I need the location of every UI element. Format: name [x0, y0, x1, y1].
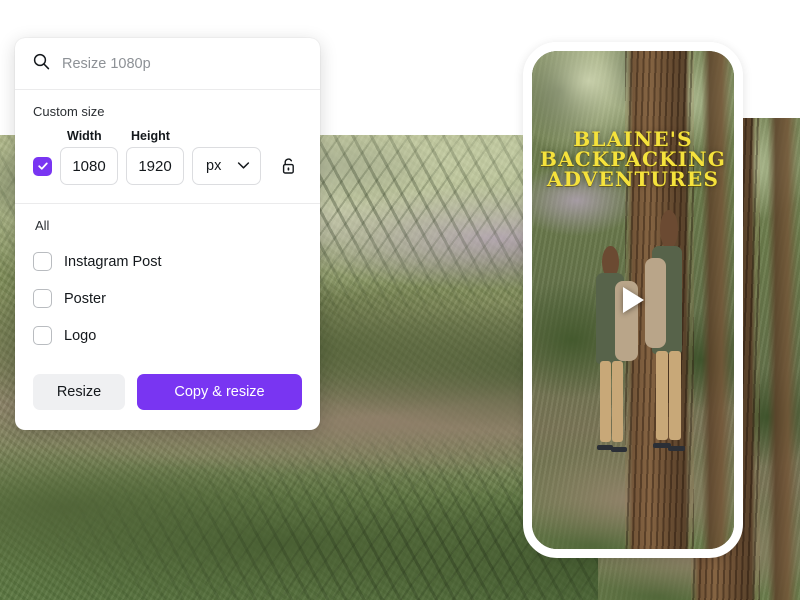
chevron-down-icon [237, 157, 250, 175]
play-icon[interactable] [616, 281, 650, 319]
link-dimensions-checkbox[interactable] [33, 156, 52, 176]
unit-select[interactable]: px [192, 147, 261, 185]
presets-section: All Instagram Post Poster Logo [15, 204, 320, 364]
resize-button[interactable]: Resize [33, 374, 125, 410]
search-row [15, 38, 320, 90]
preset-label-poster: Poster [64, 290, 106, 307]
preset-row-instagram-post[interactable]: Instagram Post [33, 243, 302, 280]
unlock-icon[interactable] [277, 153, 299, 179]
story-preview-frame[interactable]: BLAINE'S BACKPACKING ADVENTURES [523, 42, 743, 558]
child-figure-right [641, 210, 710, 509]
resize-panel: Custom size Width Height px [15, 38, 320, 430]
height-label: Height [131, 129, 170, 143]
check-icon [37, 162, 48, 170]
search-input[interactable] [62, 55, 302, 72]
dimension-row: px [33, 147, 302, 185]
height-input[interactable] [126, 147, 184, 185]
preset-row-logo[interactable]: Logo [33, 317, 302, 354]
preset-checkbox-poster[interactable] [33, 289, 52, 308]
custom-size-section: Custom size Width Height px [15, 90, 320, 204]
width-label: Width [67, 129, 102, 143]
preset-label-instagram-post: Instagram Post [64, 253, 162, 270]
story-preview-screen: BLAINE'S BACKPACKING ADVENTURES [532, 51, 734, 549]
preset-label-logo: Logo [64, 327, 97, 344]
design-canvas: BLAINE'S BACKPACKING ADVENTURES Resize 1… [0, 0, 800, 600]
preset-row-poster[interactable]: Poster [33, 280, 302, 317]
dimension-labels: Width Height [67, 129, 302, 143]
unit-select-value: px [206, 158, 222, 174]
width-input[interactable] [60, 147, 118, 185]
panel-footer: Resize Copy & resize [15, 364, 320, 430]
preset-checkbox-instagram-post[interactable] [33, 252, 52, 271]
presets-group-label: All [35, 218, 50, 233]
custom-size-label: Custom size [33, 104, 105, 119]
search-icon [33, 53, 50, 75]
copy-and-resize-button[interactable]: Copy & resize [137, 374, 302, 410]
preset-checkbox-logo[interactable] [33, 326, 52, 345]
